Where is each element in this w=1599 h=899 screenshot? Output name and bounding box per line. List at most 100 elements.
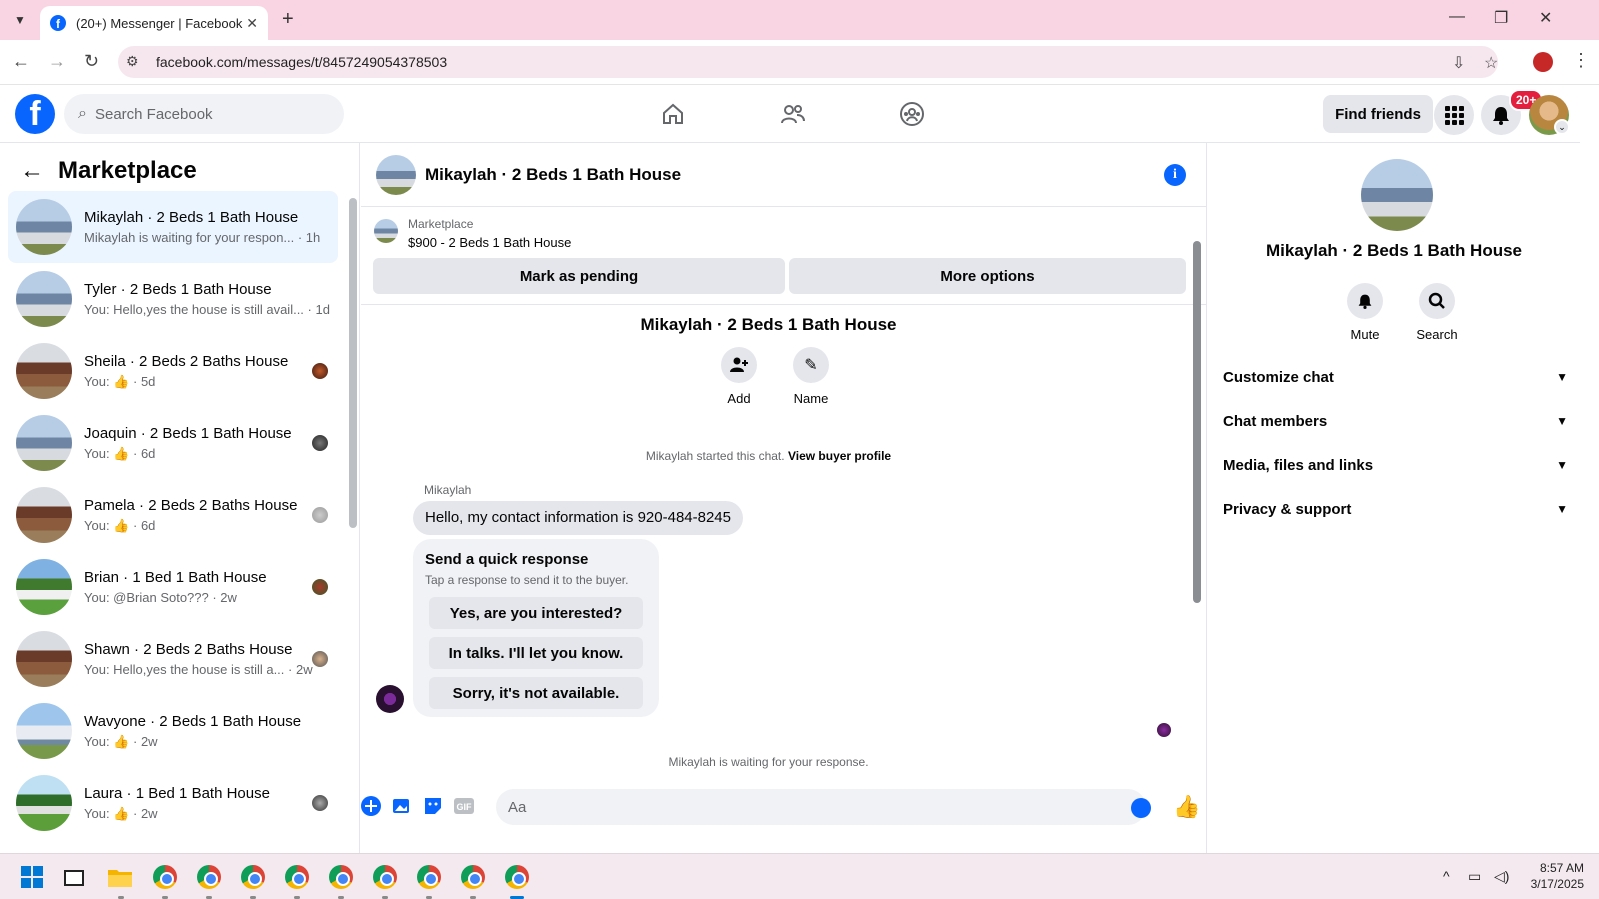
thumbs-up-send-icon[interactable]: 👍 <box>1173 794 1200 820</box>
chat-title[interactable]: Mikaylah · 2 Beds 1 Bath House <box>425 165 681 185</box>
address-bar: ← → ↻ ⚙ facebook.com/messages/t/84572490… <box>0 40 1599 85</box>
tab-list-icon[interactable]: ▼ <box>8 8 32 32</box>
quick-response-button[interactable]: In talks. I'll let you know. <box>429 637 643 669</box>
add-people-action[interactable]: Add <box>709 347 769 406</box>
windows-start-icon[interactable] <box>17 862 47 892</box>
system-clock[interactable]: 8:57 AM 3/17/2025 <box>1510 860 1584 892</box>
task-view-icon[interactable] <box>59 862 89 892</box>
clock-date: 3/17/2025 <box>1530 877 1584 891</box>
tab-title: (20+) Messenger | Facebook <box>76 15 243 31</box>
message-bubble[interactable]: Hello, my contact information is 920-484… <box>413 501 743 535</box>
more-options-button[interactable]: More options <box>789 258 1186 294</box>
info-icon[interactable]: i <box>1164 164 1186 186</box>
conversation-item[interactable]: Mikaylah · 2 Beds 1 Bath House Mikaylah … <box>8 191 338 263</box>
emoji-icon[interactable] <box>1131 798 1151 818</box>
facebook-search[interactable]: ⌕ <box>64 94 344 134</box>
sidebar-scrollbar[interactable] <box>349 198 357 528</box>
name-chat-action[interactable]: ✎ Name <box>781 347 841 406</box>
chrome-icon[interactable] <box>194 862 224 892</box>
menu-grid-icon[interactable] <box>1434 95 1474 135</box>
back-arrow-icon[interactable]: ← <box>20 157 44 185</box>
quick-response-button[interactable]: Sorry, it's not available. <box>429 677 643 709</box>
mark-as-pending-button[interactable]: Mark as pending <box>373 258 785 294</box>
chrome-icon[interactable] <box>238 862 268 892</box>
photo-icon[interactable] <box>392 796 412 816</box>
browser-tab[interactable]: f (20+) Messenger | Facebook ✕ <box>40 6 268 40</box>
search-action[interactable]: Search <box>1407 283 1467 342</box>
sender-avatar[interactable] <box>376 685 404 713</box>
restore-icon[interactable]: ❐ <box>1494 8 1508 28</box>
friends-icon[interactable] <box>778 99 808 129</box>
browser-profile-icon[interactable] <box>1533 52 1553 72</box>
conversation-item[interactable]: Tyler · 2 Beds 1 Bath House You: Hello,y… <box>8 263 338 335</box>
file-explorer-icon[interactable] <box>105 862 135 892</box>
quick-response-button[interactable]: Yes, are you interested? <box>429 597 643 629</box>
conversation-name: Wavyone · 2 Beds 1 Bath House <box>84 712 302 730</box>
plus-circle-icon[interactable] <box>361 796 381 816</box>
browser-menu-icon[interactable]: ⋮ <box>1572 50 1590 71</box>
url-text[interactable]: facebook.com/messages/t/8457249054378503 <box>156 54 447 70</box>
chat-members-section[interactable]: Chat members ▼ <box>1223 401 1568 441</box>
chrome-icon[interactable] <box>282 862 312 892</box>
window-close-icon[interactable]: ✕ <box>1539 8 1552 28</box>
started-text: Mikaylah started this chat. <box>645 449 785 463</box>
chat-avatar[interactable] <box>376 155 416 195</box>
conversation-item[interactable]: Sheila · 2 Beds 2 Baths House You: 👍 · 5… <box>8 335 338 407</box>
install-app-icon[interactable]: ⇩ <box>1452 53 1465 73</box>
chevron-down-icon[interactable]: ⌄ <box>1554 119 1570 135</box>
media-files-links-section[interactable]: Media, files and links ▼ <box>1223 445 1568 485</box>
conversation-item[interactable]: Wavyone · 2 Beds 1 Bath House You: 👍 · 2… <box>8 695 338 767</box>
preview-prefix: You: <box>84 445 110 461</box>
new-tab-icon[interactable]: + <box>282 8 294 31</box>
minimize-icon[interactable]: — <box>1449 8 1465 26</box>
chrome-icon[interactable] <box>414 862 444 892</box>
privacy-support-section[interactable]: Privacy & support ▼ <box>1223 489 1568 529</box>
message-input[interactable] <box>496 789 1146 825</box>
site-info-icon[interactable]: ⚙ <box>126 53 139 70</box>
listing-thumbnail[interactable] <box>374 219 398 243</box>
conversation-item[interactable]: Joaquin · 2 Beds 1 Bath House You: 👍 · 6… <box>8 407 338 479</box>
read-receipt-avatar <box>1157 723 1171 737</box>
facebook-logo-icon[interactable]: f <box>15 94 55 134</box>
chrome-icon[interactable] <box>370 862 400 892</box>
chrome-icon[interactable] <box>458 862 488 892</box>
preview-suffix: · 6d <box>133 517 156 533</box>
customize-chat-section[interactable]: Customize chat ▼ <box>1223 357 1568 397</box>
groups-icon[interactable] <box>897 99 927 129</box>
svg-text:GIF: GIF <box>457 802 473 812</box>
chrome-icon[interactable] <box>150 862 180 892</box>
listing-thumbnail <box>16 703 72 759</box>
reload-icon[interactable]: ↻ <box>84 51 99 72</box>
thumbs-up-icon: 👍 <box>113 373 130 389</box>
details-avatar[interactable] <box>1361 159 1433 231</box>
listing-price[interactable]: $900 - 2 Beds 1 Bath House <box>408 235 571 250</box>
sticker-icon[interactable] <box>423 796 443 816</box>
gif-icon[interactable]: GIF <box>454 796 474 816</box>
preview-prefix: You: <box>84 517 110 533</box>
conversation-item[interactable]: Shawn · 2 Beds 2 Baths House You: Hello,… <box>8 623 338 695</box>
back-icon[interactable]: ← <box>12 51 30 72</box>
omnibox[interactable]: ⚙ facebook.com/messages/t/84572490543785… <box>118 46 1498 78</box>
find-friends-button[interactable]: Find friends <box>1323 95 1433 133</box>
mute-label: Mute <box>1350 327 1380 342</box>
home-icon[interactable] <box>658 99 688 129</box>
tab-close-icon[interactable]: ✕ <box>246 15 258 32</box>
chrome-icon[interactable] <box>326 862 356 892</box>
view-buyer-profile-link[interactable]: View buyer profile <box>788 449 891 463</box>
chat-scrollbar[interactable] <box>1193 241 1201 603</box>
conversation-item[interactable]: Brian · 1 Bed 1 Bath House You: @Brian S… <box>8 551 338 623</box>
page-scrollbar[interactable] <box>1583 86 1599 853</box>
conversation-preview: You: @Brian Soto??? · 2w <box>84 590 237 605</box>
chrome-icon[interactable] <box>502 862 532 892</box>
volume-icon[interactable]: ◁) <box>1494 868 1509 885</box>
conversation-item[interactable]: Pamela · 2 Beds 2 Baths House You: 👍 · 6… <box>8 479 338 551</box>
mute-action[interactable]: Mute <box>1335 283 1395 342</box>
bookmark-star-icon[interactable]: ☆ <box>1484 53 1498 73</box>
show-hidden-icons-icon[interactable]: ^ <box>1443 868 1450 884</box>
conversation-preview: You: 👍 · 2w <box>84 806 270 822</box>
facebook-search-input[interactable] <box>94 105 315 123</box>
network-icon[interactable]: ▭ <box>1468 868 1481 885</box>
forward-icon[interactable]: → <box>48 51 66 72</box>
conversation-item[interactable]: Laura · 1 Bed 1 Bath House You: 👍 · 2w <box>8 767 338 839</box>
read-receipt-avatar <box>312 507 328 523</box>
